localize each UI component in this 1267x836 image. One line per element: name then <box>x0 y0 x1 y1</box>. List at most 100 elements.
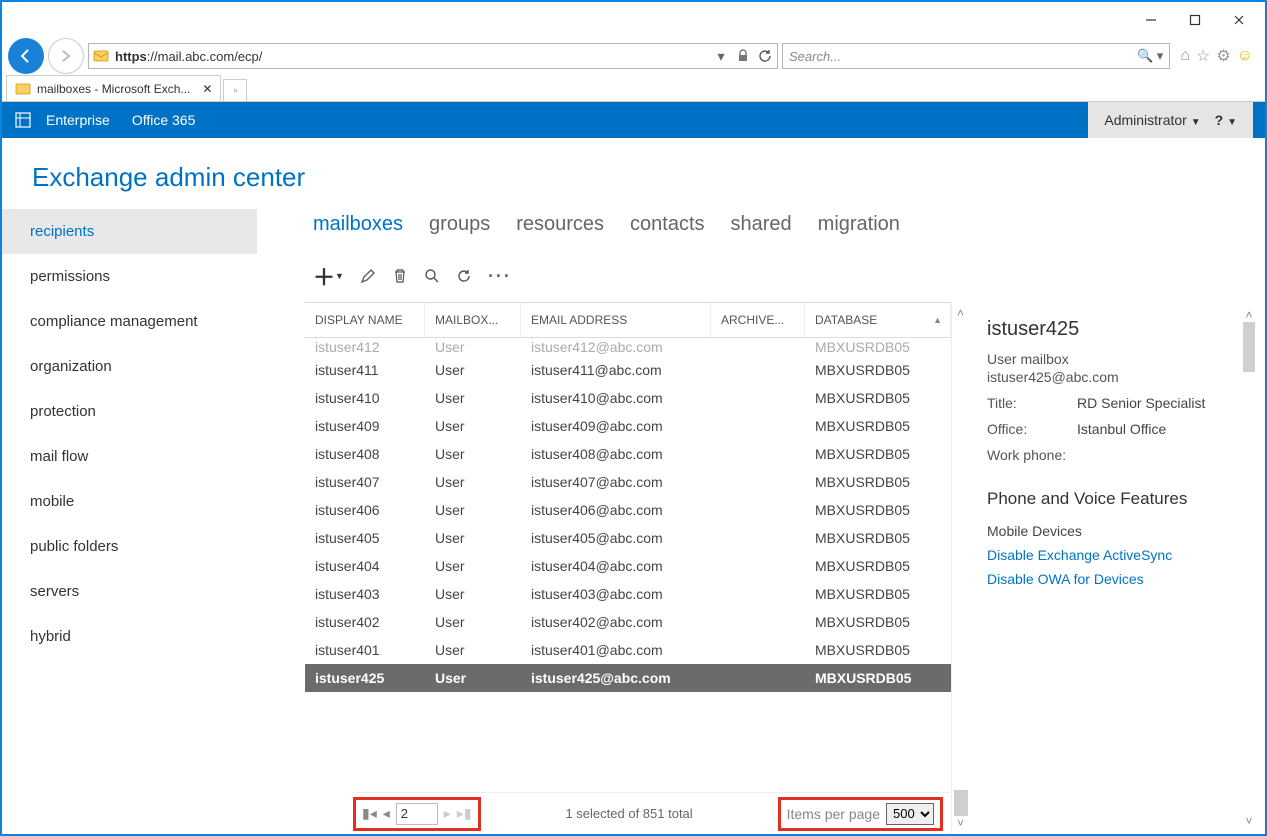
search-icon[interactable] <box>424 268 440 284</box>
table-row[interactable]: istuser411Useristuser411@abc.comMBXUSRDB… <box>305 356 951 384</box>
disable-owa-link[interactable]: Disable OWA for Devices <box>987 571 1249 587</box>
tab-contacts[interactable]: contacts <box>630 213 704 236</box>
cell-type: User <box>425 558 521 574</box>
cell-name: istuser406 <box>305 502 425 518</box>
help-menu[interactable]: ? ▼ <box>1215 112 1237 128</box>
scroll-thumb[interactable] <box>954 790 968 816</box>
header-right: Administrator ▼ ? ▼ <box>1088 102 1253 138</box>
cell-type: User <box>425 474 521 490</box>
cell-email: istuser407@abc.com <box>521 474 711 490</box>
tab-mailboxes[interactable]: mailboxes <box>313 213 403 236</box>
main-panel: mailboxes groups resources contacts shar… <box>257 203 1265 834</box>
table-row[interactable]: istuser404Useristuser404@abc.comMBXUSRDB… <box>305 552 951 580</box>
cell-db: MBXUSRDB05 <box>805 670 951 686</box>
last-page-icon[interactable]: ▸▮ <box>457 805 472 822</box>
grid-scrollbar[interactable]: ˄ ˅ <box>951 302 969 834</box>
cell-type: User <box>425 586 521 602</box>
table-row[interactable]: istuser425Useristuser425@abc.comMBXUSRDB… <box>305 664 951 692</box>
smiley-icon[interactable]: ☺ <box>1237 47 1253 65</box>
new-tab-button[interactable]: ▫ <box>223 79 247 101</box>
dropdown-icon[interactable]: ▾ <box>713 48 729 64</box>
page-title: Exchange admin center <box>2 138 1265 203</box>
col-database[interactable]: DATABASE▲ <box>805 303 951 337</box>
page-number-input[interactable] <box>396 803 438 825</box>
browser-tool-icons: ⌂ ☆ ⚙ ☺ <box>1174 46 1259 66</box>
col-email[interactable]: EMAIL ADDRESS <box>521 303 711 337</box>
cell-name: istuser403 <box>305 586 425 602</box>
more-icon[interactable]: ··· <box>488 266 512 287</box>
first-page-icon[interactable]: ▮◂ <box>362 805 377 822</box>
table-row[interactable]: istuser407Useristuser407@abc.comMBXUSRDB… <box>305 468 951 496</box>
table-row[interactable]: istuser401Useristuser401@abc.comMBXUSRDB… <box>305 636 951 664</box>
favorite-icon[interactable]: ☆ <box>1196 46 1210 66</box>
selection-summary: 1 selected of 851 total <box>481 806 778 821</box>
ipp-select[interactable]: 500 <box>886 803 934 825</box>
sidebar-item-publicfolders[interactable]: public folders <box>2 524 257 569</box>
edit-icon[interactable] <box>360 268 376 284</box>
sidebar-item-protection[interactable]: protection <box>2 389 257 434</box>
sidebar-item-mailflow[interactable]: mail flow <box>2 434 257 479</box>
table-row[interactable]: istuser406Useristuser406@abc.comMBXUSRDB… <box>305 496 951 524</box>
cell-email: istuser406@abc.com <box>521 502 711 518</box>
tab-groups[interactable]: groups <box>429 213 490 236</box>
header-office365[interactable]: Office 365 <box>132 112 196 128</box>
sidebar-item-servers[interactable]: servers <box>2 569 257 614</box>
table-row[interactable]: istuser410Useristuser410@abc.comMBXUSRDB… <box>305 384 951 412</box>
office-value: Istanbul Office <box>1077 421 1166 437</box>
address-bar[interactable]: https://mail.abc.com/ecp/ ▾ <box>88 43 778 69</box>
col-archive[interactable]: ARCHIVE... <box>711 303 805 337</box>
forward-button[interactable] <box>48 38 84 74</box>
maximize-button[interactable] <box>1173 6 1217 34</box>
sidebar-item-recipients[interactable]: recipients <box>2 209 257 254</box>
mailbox-grid: DISPLAY NAME MAILBOX... EMAIL ADDRESS AR… <box>305 302 951 834</box>
search-icon[interactable]: 🔍 ▾ <box>1137 48 1163 64</box>
sidebar-item-permissions[interactable]: permissions <box>2 254 257 299</box>
scroll-down-icon[interactable]: ˅ <box>1245 814 1252 828</box>
scroll-down-icon[interactable]: ˅ <box>957 816 964 830</box>
cell-db: MBXUSRDB05 <box>805 418 951 434</box>
table-row[interactable]: istuser408Useristuser408@abc.comMBXUSRDB… <box>305 440 951 468</box>
sidebar-item-organization[interactable]: organization <box>2 344 257 389</box>
delete-icon[interactable] <box>392 268 408 284</box>
disable-activesync-link[interactable]: Disable Exchange ActiveSync <box>987 547 1249 563</box>
browser-search[interactable]: Search... 🔍 ▾ <box>782 43 1170 69</box>
prev-page-icon[interactable]: ◂ <box>383 805 390 822</box>
window-titlebar <box>2 2 1265 38</box>
sidebar-item-compliance[interactable]: compliance management <box>2 299 257 344</box>
tab-close-icon[interactable]: ✕ <box>202 82 212 96</box>
add-icon[interactable]: ＋▼ <box>313 260 344 292</box>
scroll-thumb[interactable] <box>1243 322 1255 372</box>
details-scrollbar[interactable]: ˄ ˅ <box>1241 308 1257 828</box>
refresh-icon[interactable] <box>456 268 472 284</box>
table-row[interactable]: istuser403Useristuser403@abc.comMBXUSRDB… <box>305 580 951 608</box>
close-button[interactable] <box>1217 6 1261 34</box>
scroll-up-icon[interactable]: ˄ <box>1245 308 1252 322</box>
home-icon[interactable]: ⌂ <box>1180 47 1190 65</box>
cell-db: MBXUSRDB05 <box>805 474 951 490</box>
table-row[interactable]: istuser409Useristuser409@abc.comMBXUSRDB… <box>305 412 951 440</box>
refresh-icon[interactable] <box>757 48 773 64</box>
tab-strip: mailboxes - Microsoft Exch... ✕ ▫ <box>2 74 1265 102</box>
col-mailboxtype[interactable]: MAILBOX... <box>425 303 521 337</box>
tab-migration[interactable]: migration <box>818 213 900 236</box>
tab-resources[interactable]: resources <box>516 213 604 236</box>
sidebar-item-mobile[interactable]: mobile <box>2 479 257 524</box>
cell-type: User <box>425 446 521 462</box>
table-row[interactable]: istuser402Useristuser402@abc.comMBXUSRDB… <box>305 608 951 636</box>
grid-body[interactable]: istuser412Useristuser412@abc.comMBXUSRDB… <box>305 338 951 792</box>
table-row[interactable]: istuser405Useristuser405@abc.comMBXUSRDB… <box>305 524 951 552</box>
next-page-icon[interactable]: ▸ <box>444 805 451 822</box>
tab-shared[interactable]: shared <box>731 213 792 236</box>
header-enterprise[interactable]: Enterprise <box>46 112 110 128</box>
back-button[interactable] <box>8 38 44 74</box>
gear-icon[interactable]: ⚙ <box>1216 46 1230 66</box>
minimize-button[interactable] <box>1129 6 1173 34</box>
sidebar-item-hybrid[interactable]: hybrid <box>2 614 257 659</box>
scroll-up-icon[interactable]: ˄ <box>957 306 964 320</box>
lock-icon <box>735 48 751 64</box>
office-icon[interactable] <box>14 111 32 129</box>
table-row[interactable]: istuser412Useristuser412@abc.comMBXUSRDB… <box>305 338 951 356</box>
admin-menu[interactable]: Administrator ▼ <box>1104 112 1200 128</box>
browser-tab[interactable]: mailboxes - Microsoft Exch... ✕ <box>6 75 221 101</box>
col-displayname[interactable]: DISPLAY NAME <box>305 303 425 337</box>
